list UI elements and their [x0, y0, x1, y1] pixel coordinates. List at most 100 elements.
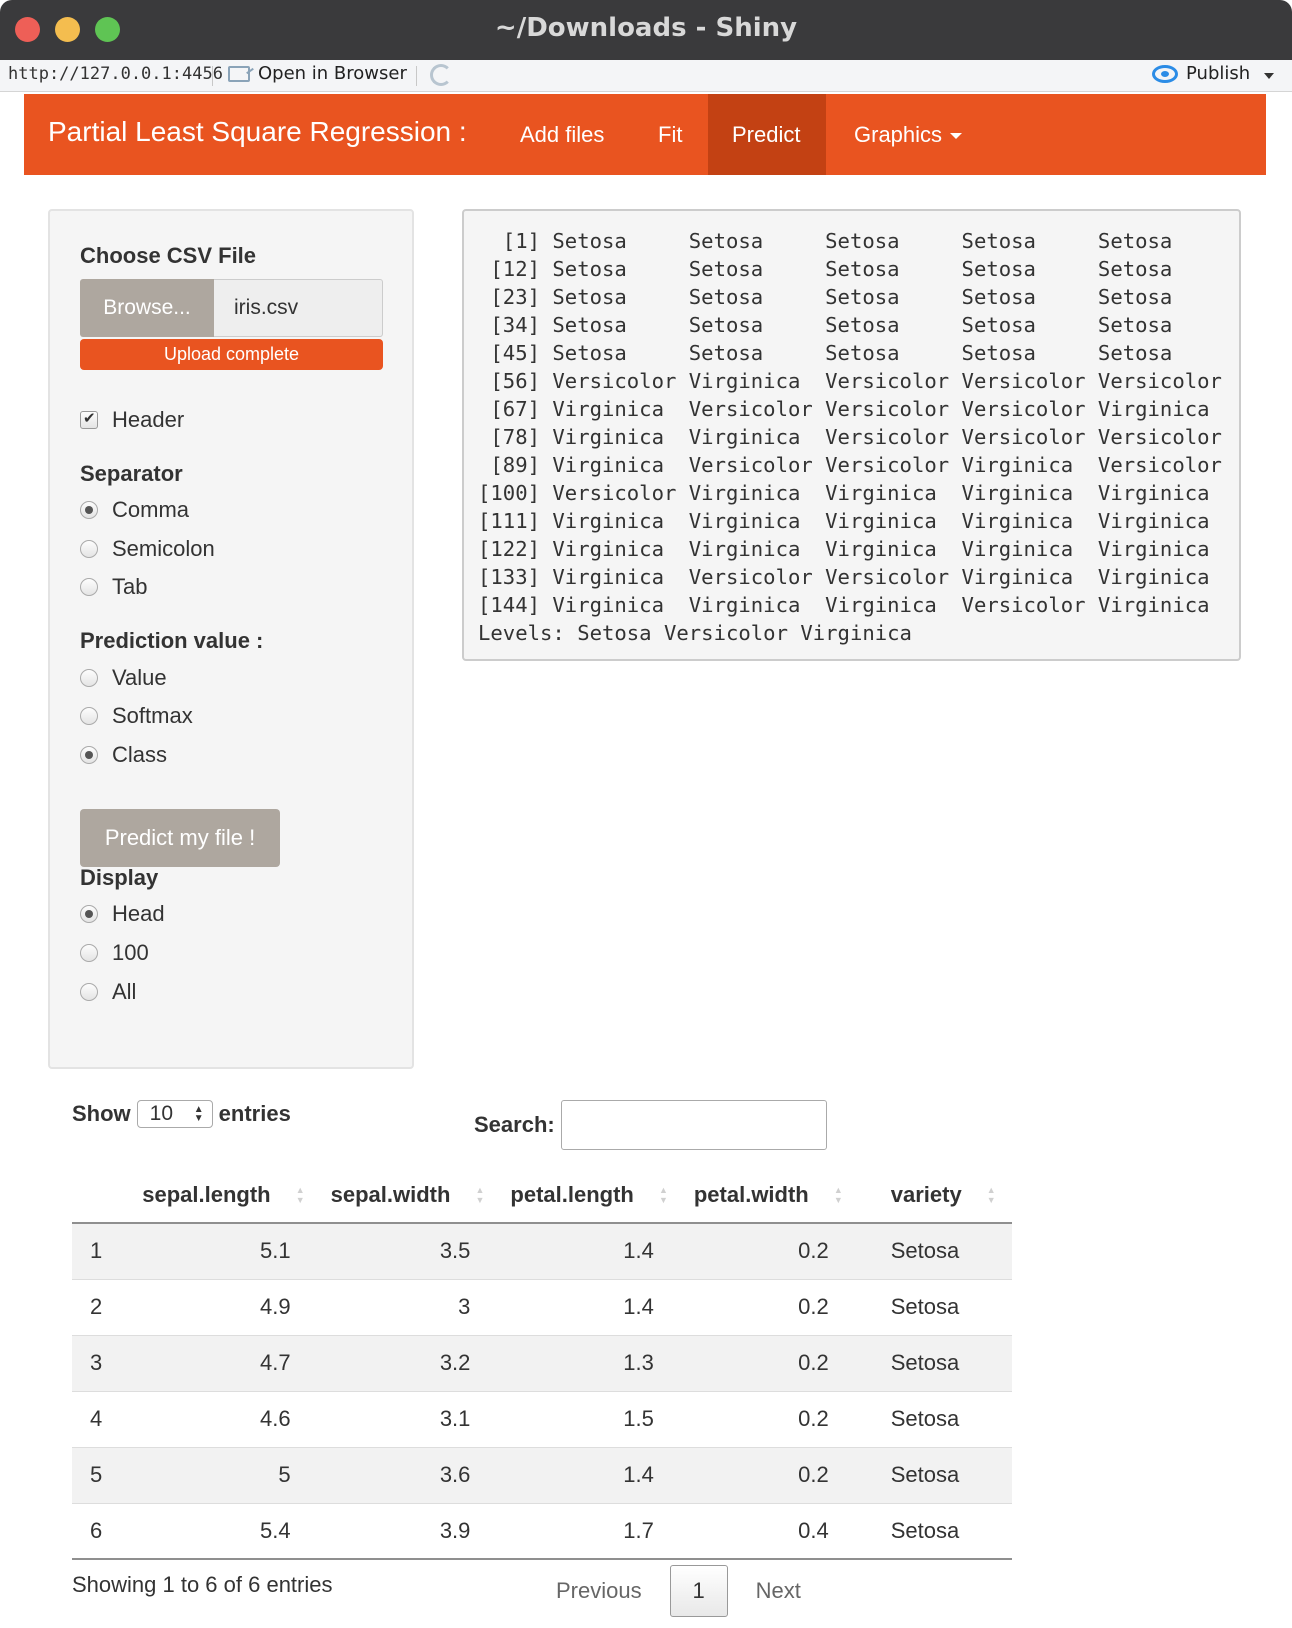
prediction-option-class[interactable]: Class	[80, 742, 167, 768]
upload-progress-bar: Upload complete	[80, 339, 383, 370]
display-option-all[interactable]: All	[80, 979, 136, 1005]
column-header-index	[72, 1167, 133, 1224]
tab-fit[interactable]: Fit	[634, 94, 706, 175]
table-cell: 1.4	[500, 1278, 684, 1335]
app-navbar: Partial Least Square Regression : Add fi…	[24, 94, 1266, 175]
header-checkbox-option[interactable]: Header	[80, 407, 184, 433]
table-cell: 1	[72, 1222, 133, 1279]
prediction-value-label: Prediction value :	[80, 628, 264, 653]
browse-button[interactable]: Browse...	[80, 279, 214, 337]
table-cell: 1.5	[500, 1390, 684, 1447]
publish-button[interactable]: Publish	[1152, 63, 1250, 84]
column-header-variety[interactable]: variety ▲ ▼	[858, 1167, 1012, 1224]
publish-icon	[1152, 64, 1178, 83]
table-info-text: Showing 1 to 6 of 6 entries	[72, 1572, 333, 1597]
header-checkbox[interactable]	[80, 409, 98, 429]
table-cell: 0.2	[683, 1446, 859, 1503]
radio-button[interactable]	[80, 983, 98, 1001]
refresh-icon[interactable]	[430, 64, 452, 86]
prediction-option-softmax[interactable]: Softmax	[80, 703, 193, 729]
table-cell: Setosa	[858, 1334, 1012, 1391]
display-option-head[interactable]: Head	[80, 901, 165, 927]
table-row: 2 4.9 3 1.4 0.2 Setosa	[72, 1278, 1012, 1335]
search-label: Search:	[474, 1112, 555, 1137]
table-cell: Setosa	[858, 1446, 1012, 1503]
radio-button[interactable]	[80, 707, 98, 725]
tab-add-files[interactable]: Add files	[496, 94, 628, 175]
radio-button[interactable]	[80, 905, 98, 923]
prediction-option-value[interactable]: Value	[80, 665, 167, 691]
radio-label: Softmax	[112, 703, 193, 728]
tab-graphics[interactable]: Graphics	[830, 94, 986, 175]
table-cell: 3	[72, 1334, 133, 1391]
radio-label: Tab	[112, 574, 148, 599]
pagination: Previous 1 Next	[528, 1565, 829, 1617]
viewer-toolbar: http://127.0.0.1:4456 Open in Browser Pu…	[0, 60, 1292, 92]
open-in-browser-label: Open in Browser	[258, 63, 407, 84]
page-length-control: Show 10 ▲ ▼ entries	[72, 1100, 291, 1128]
table-cell: Setosa	[858, 1278, 1012, 1335]
table-cell: 4.6	[132, 1390, 321, 1447]
url-text[interactable]: http://127.0.0.1:4456	[8, 64, 223, 84]
radio-button[interactable]	[80, 669, 98, 687]
search-input[interactable]	[560, 1100, 827, 1150]
table-cell: Setosa	[858, 1222, 1012, 1279]
radio-label: Head	[112, 901, 165, 926]
select-arrows-icon: ▲ ▼	[193, 1104, 204, 1124]
entries-label: entries	[218, 1101, 291, 1126]
table-cell: 4	[72, 1390, 133, 1447]
table-cell: 4.9	[132, 1278, 321, 1335]
column-header-label: sepal.width	[330, 1181, 451, 1207]
open-in-browser-button[interactable]: Open in Browser	[228, 63, 407, 84]
publish-dropdown-caret-icon[interactable]	[1264, 73, 1274, 79]
sort-icon: ▲ ▼	[475, 1185, 485, 1205]
table-cell: 0.4	[683, 1502, 859, 1560]
toolbar-divider	[416, 66, 417, 86]
table-cell: 3.1	[320, 1390, 501, 1447]
header-checkbox-label: Header	[112, 407, 185, 432]
radio-button[interactable]	[80, 944, 98, 962]
radio-button[interactable]	[80, 578, 98, 596]
prediction-output-panel: [1] Setosa Setosa Setosa Setosa Setosa […	[462, 209, 1241, 661]
radio-button[interactable]	[80, 540, 98, 558]
file-input: Browse... iris.csv	[80, 279, 383, 337]
column-header-sepal-length[interactable]: sepal.length ▲ ▼	[132, 1167, 321, 1224]
radio-button[interactable]	[80, 501, 98, 519]
table-cell: 0.2	[683, 1222, 859, 1279]
radio-label: Value	[112, 665, 167, 690]
current-page-button[interactable]: 1	[669, 1565, 728, 1617]
publish-label: Publish	[1186, 63, 1251, 84]
table-cell: 5.4	[132, 1502, 321, 1560]
separator-option-tab[interactable]: Tab	[80, 574, 147, 600]
previous-page-button[interactable]: Previous	[528, 1578, 670, 1604]
page-length-select[interactable]: 10 ▲ ▼	[136, 1100, 213, 1128]
radio-button[interactable]	[80, 746, 98, 764]
tab-graphics-label: Graphics	[854, 122, 943, 147]
column-header-petal-length[interactable]: petal.length ▲ ▼	[500, 1167, 684, 1224]
table-row: 5 5 3.6 1.4 0.2 Setosa	[72, 1446, 1012, 1503]
radio-label: Comma	[112, 497, 190, 522]
file-input-label: Choose CSV File	[80, 243, 257, 268]
next-page-button[interactable]: Next	[728, 1578, 829, 1604]
table-row: 6 5.4 3.9 1.7 0.4 Setosa	[72, 1502, 1012, 1560]
sort-icon: ▲ ▼	[658, 1185, 668, 1205]
window-titlebar: ~/Downloads - Shiny	[0, 0, 1292, 60]
tab-predict[interactable]: Predict	[708, 94, 826, 175]
file-name-field[interactable]: iris.csv	[214, 279, 383, 337]
display-option-100[interactable]: 100	[80, 940, 149, 966]
table-cell: 5	[72, 1446, 133, 1503]
separator-option-comma[interactable]: Comma	[80, 497, 189, 523]
chevron-down-icon	[950, 133, 963, 140]
sort-icon: ▲ ▼	[295, 1185, 305, 1205]
sort-icon: ▲ ▼	[986, 1185, 996, 1205]
predict-file-button[interactable]: Predict my file !	[80, 809, 280, 867]
separator-option-semicolon[interactable]: Semicolon	[80, 536, 215, 562]
column-header-petal-width[interactable]: petal.width ▲ ▼	[683, 1167, 859, 1224]
table-row: 4 4.6 3.1 1.5 0.2 Setosa	[72, 1390, 1012, 1447]
table-cell: 3.5	[320, 1222, 501, 1279]
table-cell: 0.2	[683, 1334, 859, 1391]
table-cell: 0.2	[683, 1278, 859, 1335]
table-cell: 1.3	[500, 1334, 684, 1391]
open-in-browser-icon	[228, 65, 250, 82]
column-header-sepal-width[interactable]: sepal.width ▲ ▼	[320, 1167, 501, 1224]
